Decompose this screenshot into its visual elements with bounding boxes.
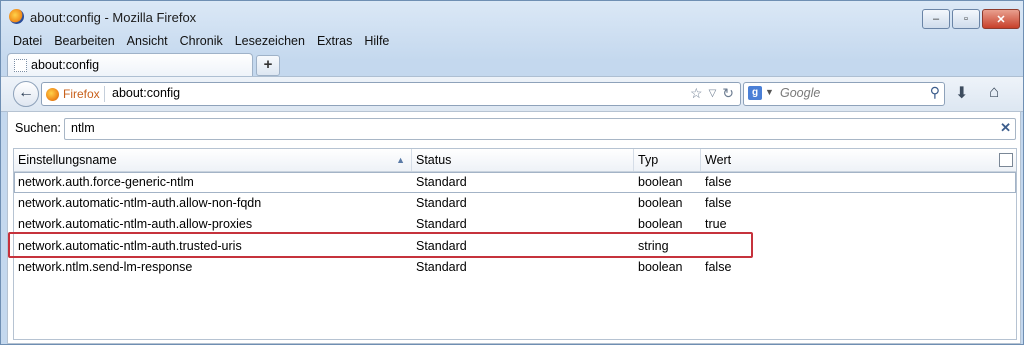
search-bar[interactable]: g ▼ Google ⚲ (743, 82, 945, 106)
table-header: Einstellungsname ▲ Status Typ Wert (14, 149, 1016, 172)
cell-status: Standard (416, 260, 467, 274)
column-header-name[interactable]: Einstellungsname ▲ (14, 149, 412, 171)
cell-status: Standard (416, 175, 467, 189)
url-bar-icons: ☆ ▽ ↻ (690, 85, 734, 103)
menu-bearbeiten[interactable]: Bearbeiten (48, 32, 120, 50)
url-bar[interactable]: Firefox about:config ☆ ▽ ↻ (41, 82, 741, 106)
search-placeholder: Google (780, 86, 821, 100)
column-header-value[interactable]: Wert (701, 149, 1016, 171)
menu-lesezeichen[interactable]: Lesezeichen (229, 32, 311, 50)
menu-datei[interactable]: Datei (7, 32, 48, 50)
minimize-button[interactable]: ‒ (922, 9, 950, 29)
menu-hilfe[interactable]: Hilfe (358, 32, 395, 50)
title-bar: about:config - Mozilla Firefox ‒ ▫ ✕ (1, 1, 1023, 31)
back-button[interactable]: ← (13, 81, 39, 107)
menu-chronik[interactable]: Chronik (174, 32, 229, 50)
cell-status: Standard (416, 196, 467, 210)
search-engine-dropdown-icon[interactable]: ▼ (765, 87, 774, 97)
history-dropdown-icon[interactable]: ▽ (709, 85, 717, 103)
close-button[interactable]: ✕ (982, 9, 1020, 29)
url-text[interactable]: about:config (112, 86, 180, 100)
site-identity[interactable]: Firefox (46, 86, 100, 102)
cell-type: boolean (638, 196, 683, 210)
tab-strip: about:config + (1, 50, 1023, 77)
column-header-type[interactable]: Typ (634, 149, 701, 171)
column-picker-icon[interactable] (999, 153, 1013, 167)
firefox-logo-icon (9, 9, 24, 24)
bookmark-star-icon[interactable]: ☆ (690, 85, 703, 103)
filter-input[interactable]: ntlm ✕ (64, 118, 1016, 140)
firefox-identity-icon (46, 87, 59, 101)
cell-name: network.auth.force-generic-ntlm (18, 175, 194, 189)
filter-row: Suchen: ntlm ✕ (8, 118, 1020, 140)
maximize-button[interactable]: ▫ (952, 9, 980, 29)
cell-type: boolean (638, 260, 683, 274)
column-header-label: Einstellungsname (18, 153, 117, 167)
cell-type: boolean (638, 175, 683, 189)
download-icon[interactable]: ⬇ (955, 83, 968, 103)
table-row[interactable]: network.auth.force-generic-ntlm Standard… (14, 172, 1016, 193)
cell-value: false (705, 260, 732, 274)
sort-ascending-icon: ▲ (396, 155, 405, 165)
cell-name: network.ntlm.send-lm-response (18, 260, 193, 274)
cell-value: false (705, 175, 732, 189)
reload-icon[interactable]: ↻ (722, 85, 734, 103)
highlight-annotation (8, 232, 753, 258)
new-tab-button[interactable]: + (256, 55, 280, 76)
about-config-page: Suchen: ntlm ✕ Einstellungsname ▲ Status… (7, 111, 1021, 344)
search-magnifier-icon[interactable]: ⚲ (930, 84, 940, 101)
column-header-label: Wert (705, 153, 732, 167)
tab-label: about:config (31, 58, 100, 72)
table-row[interactable]: network.ntlm.send-lm-response Standard b… (14, 257, 1016, 278)
page-icon (14, 59, 27, 72)
table-row[interactable]: network.automatic-ntlm-auth.allow-non-fq… (14, 193, 1016, 214)
home-icon[interactable]: ⌂ (989, 82, 999, 102)
url-separator (104, 86, 105, 102)
tab-about-config[interactable]: about:config (7, 53, 253, 77)
clear-filter-icon[interactable]: ✕ (1000, 120, 1011, 136)
firefox-window: about:config - Mozilla Firefox ‒ ▫ ✕ Dat… (0, 0, 1024, 345)
column-header-label: Typ (638, 153, 659, 167)
google-icon[interactable]: g (748, 86, 762, 100)
window-title: about:config - Mozilla Firefox (30, 10, 197, 25)
cell-name: network.automatic-ntlm-auth.allow-non-fq… (18, 196, 262, 210)
filter-value: ntlm (71, 121, 95, 135)
filter-label: Suchen: (15, 121, 61, 135)
menu-extras[interactable]: Extras (311, 32, 358, 50)
navigation-bar: ← Firefox about:config ☆ ▽ ↻ g ▼ Google … (1, 76, 1023, 112)
column-header-status[interactable]: Status (412, 149, 634, 171)
column-header-label: Status (416, 153, 452, 167)
back-arrow-icon: ← (18, 84, 34, 101)
cell-value: false (705, 196, 732, 210)
menu-ansicht[interactable]: Ansicht (121, 32, 174, 50)
identity-label: Firefox (63, 87, 100, 101)
menu-bar: Datei Bearbeiten Ansicht Chronik Lesezei… (7, 32, 395, 50)
